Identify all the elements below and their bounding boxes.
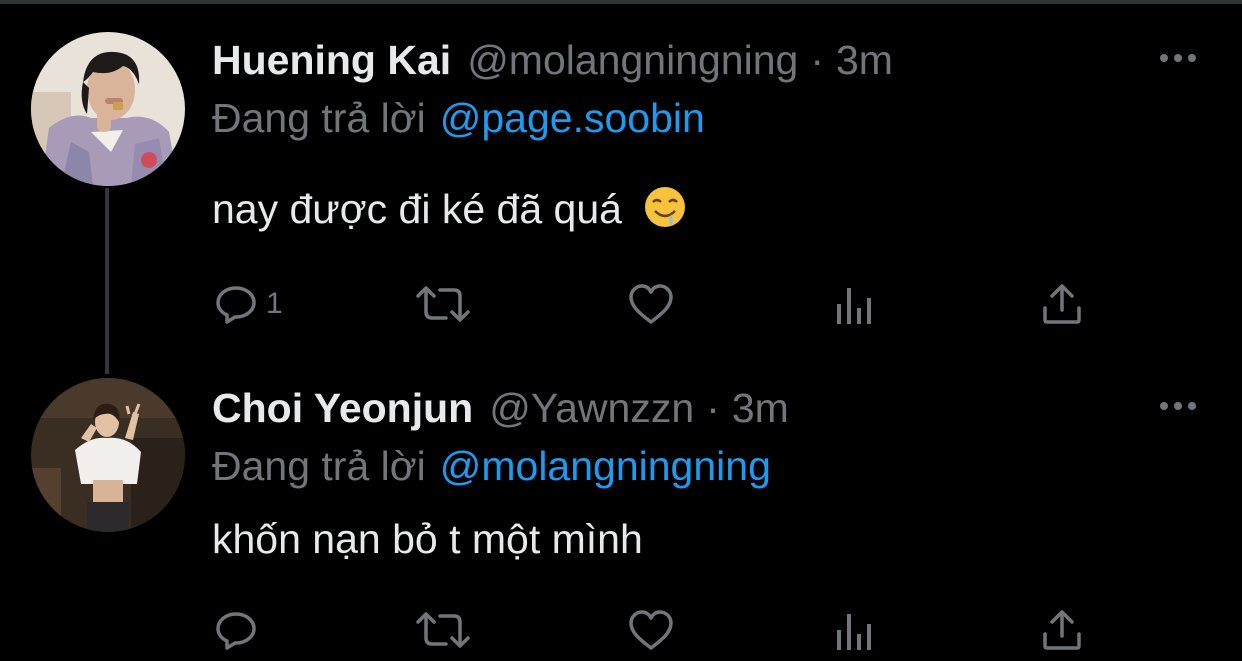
analytics-icon (837, 288, 871, 324)
separator-dot: · (706, 385, 720, 431)
thread-connector-line (105, 188, 109, 374)
retweet-icon (416, 286, 470, 322)
more-options-button[interactable] (1156, 396, 1200, 416)
more-options-icon (1160, 402, 1196, 410)
like-icon (629, 284, 673, 324)
analytics-button[interactable] (834, 608, 878, 656)
tweet-text: khốn nạn bỏ t một mình (212, 514, 643, 564)
display-name[interactable]: Huening Kai (212, 36, 451, 84)
tweet-body: khốn nạn bỏ t một mình (212, 516, 643, 562)
user-handle[interactable]: @Yawnzzn (489, 384, 694, 432)
reply-count: 1 (266, 287, 283, 320)
replying-to-line: Đang trả lời @page.soobin (212, 94, 705, 142)
display-name[interactable]: Choi Yeonjun (212, 384, 473, 432)
timestamp[interactable]: 3m (732, 384, 789, 432)
top-divider (0, 0, 1242, 4)
reply-button[interactable]: 1 (214, 280, 283, 328)
like-button[interactable] (627, 606, 675, 654)
reply-icon (216, 612, 256, 650)
tweet-header: Huening Kai @molangningning · 3m (212, 36, 893, 84)
replying-to-label: Đang trả lời (212, 443, 426, 489)
replying-to-label: Đang trả lời (212, 95, 426, 141)
like-button[interactable] (627, 280, 675, 328)
separator-dot: · (810, 37, 824, 83)
reply-icon (216, 286, 256, 324)
user-handle[interactable]: @molangningning (467, 36, 798, 84)
retweet-button[interactable] (414, 280, 472, 328)
timestamp[interactable]: 3m (836, 36, 893, 84)
analytics-button[interactable] (834, 282, 878, 330)
more-options-icon (1160, 54, 1196, 62)
retweet-button[interactable] (414, 606, 472, 654)
reply-mention-link[interactable]: @page.soobin (440, 95, 705, 141)
analytics-icon (837, 614, 871, 650)
retweet-icon (416, 612, 470, 648)
reply-mention-link[interactable]: @molangningning (440, 443, 771, 489)
tweet-header: Choi Yeonjun @Yawnzzn · 3m (212, 384, 789, 432)
more-options-button[interactable] (1156, 48, 1200, 68)
share-icon (1043, 610, 1081, 650)
reply-button[interactable] (214, 606, 266, 654)
tweet-body: nay được đi ké đã quá (212, 186, 622, 232)
share-button[interactable] (1040, 280, 1084, 328)
avatar[interactable] (31, 378, 185, 532)
replying-to-line: Đang trả lời @molangningning (212, 442, 771, 490)
like-icon (629, 610, 673, 650)
share-icon (1043, 284, 1081, 324)
avatar[interactable] (31, 32, 185, 186)
tweet-text: nay được đi ké đã quá (212, 184, 687, 234)
share-button[interactable] (1040, 606, 1084, 654)
drooling-face-icon (645, 187, 686, 227)
